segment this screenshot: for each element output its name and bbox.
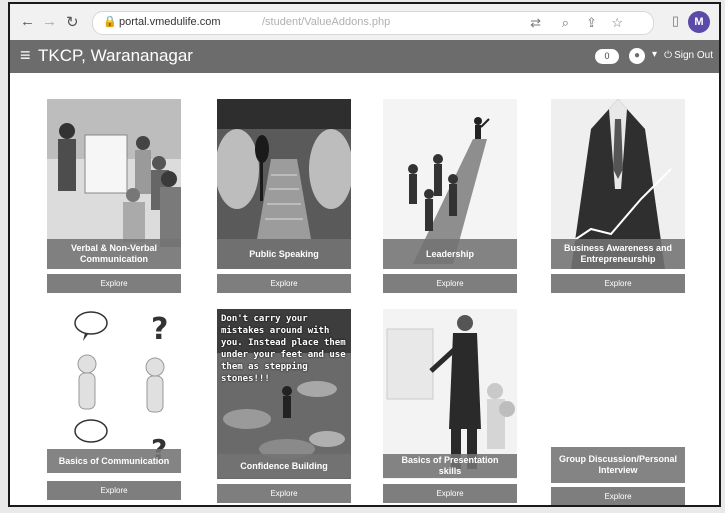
- course-card[interactable]: Business Awareness and Entrepreneurship …: [551, 99, 685, 294]
- card-title: Business Awareness and Entrepreneurship: [551, 239, 685, 269]
- translate-icon[interactable]: ⇄: [530, 15, 541, 31]
- card-title: Confidence Building: [217, 454, 351, 478]
- course-card[interactable]: Verbal & Non-Verbal Communication Explor…: [47, 99, 181, 294]
- zoom-icon[interactable]: ⌕: [562, 15, 569, 31]
- card-title: Basics of Communication: [47, 449, 181, 473]
- hamburger-menu-icon[interactable]: ≡: [20, 45, 31, 66]
- explore-button[interactable]: Explore: [217, 484, 351, 503]
- course-card[interactable]: Leadership Explore: [383, 99, 517, 294]
- explore-button[interactable]: Explore: [551, 274, 685, 293]
- explore-button[interactable]: Explore: [383, 484, 517, 503]
- app-title: TKCP, Warananagar: [38, 46, 193, 65]
- svg-text:?: ?: [151, 312, 168, 347]
- card-title: Verbal & Non-Verbal Communication: [47, 239, 181, 269]
- power-icon: ⏻: [664, 50, 673, 61]
- card-title: Public Speaking: [217, 239, 351, 269]
- forward-arrow-icon[interactable]: →: [42, 13, 57, 30]
- profile-avatar[interactable]: M: [688, 11, 710, 33]
- share-icon[interactable]: ⇪: [586, 15, 597, 31]
- side-panel-icon[interactable]: ▯: [672, 13, 679, 29]
- card-title: Leadership: [383, 239, 517, 269]
- explore-button[interactable]: Explore: [217, 274, 351, 293]
- card-title: Group Discussion/Personal Interview: [551, 447, 685, 483]
- sign-out-button[interactable]: ⏻ Sign Out: [662, 50, 713, 61]
- browser-toolbar: ← → ↻ 🔒 portal.vmedulife.com /student/Va…: [10, 4, 719, 41]
- course-card[interactable]: Group Discussion/Personal Interview Expl…: [551, 309, 685, 505]
- bookmark-star-icon[interactable]: ☆: [611, 15, 623, 31]
- notification-badge[interactable]: 0: [595, 49, 619, 64]
- course-card[interactable]: ? ? Basics of Communication Explore: [47, 309, 181, 504]
- chevron-down-icon[interactable]: ▾: [652, 49, 657, 60]
- course-card[interactable]: Public Speaking Explore: [217, 99, 351, 294]
- card-image-quote: Don't carry your mistakes around with yo…: [221, 314, 346, 384]
- card-title: Basics of Presentation skills: [383, 454, 517, 478]
- course-card[interactable]: Don't carry your mistakes around with yo…: [217, 309, 351, 504]
- user-icon[interactable]: ●: [629, 48, 645, 64]
- back-arrow-icon[interactable]: ←: [20, 13, 35, 30]
- lock-icon: 🔒: [103, 16, 117, 28]
- explore-button[interactable]: Explore: [551, 487, 685, 505]
- explore-button[interactable]: Explore: [383, 274, 517, 293]
- url-path: /student/ValueAddons.php: [262, 16, 391, 28]
- sign-out-label: Sign Out: [674, 50, 713, 61]
- explore-button[interactable]: Explore: [47, 274, 181, 293]
- app-header: ≡ TKCP, Warananagar 0 ● ▾ ⏻ Sign Out: [10, 40, 719, 73]
- course-card[interactable]: Basics of Presentation skills Explore: [383, 309, 517, 504]
- url-host: portal.vmedulife.com: [119, 16, 221, 28]
- reload-icon[interactable]: ↻: [66, 13, 79, 31]
- screenshot-frame: ← → ↻ 🔒 portal.vmedulife.com /student/Va…: [8, 2, 721, 507]
- explore-button[interactable]: Explore: [47, 481, 181, 500]
- address-bar[interactable]: 🔒 portal.vmedulife.com /student/ValueAdd…: [92, 11, 654, 35]
